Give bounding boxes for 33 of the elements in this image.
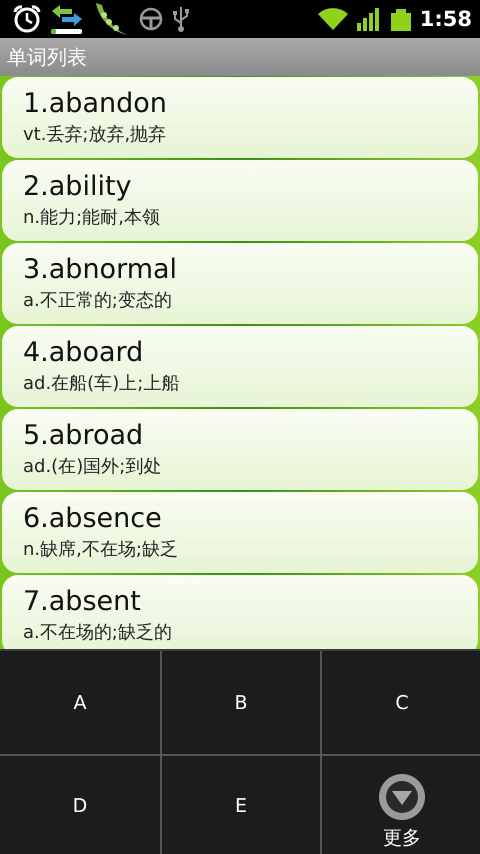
screen-title: 单词列表	[7, 44, 87, 70]
word-text: 3.abnormal	[23, 253, 178, 287]
more-menu-item[interactable]: 更多	[322, 754, 480, 854]
word-text: 4.aboard	[23, 336, 144, 370]
alarm-clock-icon	[12, 4, 42, 34]
menu-item[interactable]: D	[0, 754, 160, 854]
word-list-item[interactable]: 2.ability n.能力;能耐,本领	[2, 160, 478, 241]
expand-down-icon	[378, 773, 426, 821]
steering-wheel-icon	[138, 6, 164, 32]
clock-time: 1:58	[420, 7, 472, 31]
word-list-item[interactable]: 4.aboard ad.在船(车)上;上船	[2, 326, 478, 407]
word-text: 7.absent	[23, 585, 142, 619]
sync-arrows-icon	[50, 2, 84, 36]
word-list-item[interactable]: 5.abroad ad.(在)国外;到处	[2, 409, 478, 490]
word-meaning: a.不在场的;缺乏的	[23, 621, 173, 645]
word-meaning: n.缺席,不在场;缺乏	[23, 538, 179, 562]
word-meaning: a.不正常的;变态的	[23, 289, 173, 313]
word-meaning: ad.在船(车)上;上船	[23, 372, 180, 396]
word-list-item[interactable]: 1.abandon vt.丢弃;放弃,抛弃	[2, 77, 478, 158]
word-list-item[interactable]: 3.abnormal a.不正常的;变态的	[2, 243, 478, 324]
word-meaning: ad.(在)国外;到处	[23, 455, 162, 479]
word-text: 2.ability	[23, 170, 133, 204]
wifi-icon	[318, 6, 348, 32]
menu-item[interactable]: E	[162, 754, 320, 854]
battery-icon	[390, 7, 412, 31]
word-meaning: n.能力;能耐,本领	[23, 206, 161, 230]
word-text: 5.abroad	[23, 419, 144, 453]
word-meaning: vt.丢弃;放弃,抛弃	[23, 123, 168, 147]
signal-icon	[356, 7, 382, 31]
word-text: 6.absence	[23, 502, 163, 536]
usb-icon	[172, 5, 190, 33]
word-text: 1.abandon	[23, 87, 168, 121]
word-list-item[interactable]: 6.absence n.缺席,不在场;缺乏	[2, 492, 478, 573]
